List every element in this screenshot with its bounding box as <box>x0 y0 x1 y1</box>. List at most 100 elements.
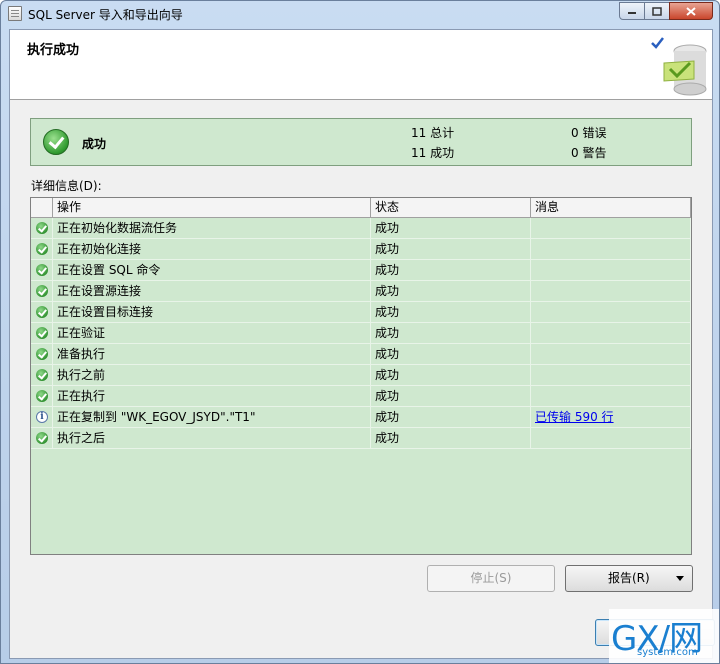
details-label: 详细信息(D): <box>31 179 102 193</box>
report-button-label: 报告(R) <box>608 571 650 585</box>
success-icon <box>36 390 48 402</box>
row-icon-cell <box>31 344 53 365</box>
row-icon-cell <box>31 281 53 302</box>
title-bar[interactable]: SQL Server 导入和导出向导 <box>1 1 719 27</box>
success-icon <box>43 129 69 155</box>
message-cell <box>531 260 691 281</box>
success-icon <box>36 348 48 360</box>
table-row[interactable]: 正在初始化连接 成功 <box>31 239 691 260</box>
status-cell: 成功 <box>371 428 531 449</box>
close-button[interactable] <box>669 2 713 20</box>
status-cell: 成功 <box>371 344 531 365</box>
table-row[interactable]: 执行之后 成功 <box>31 428 691 449</box>
table-row[interactable]: 正在初始化数据流任务 成功 <box>31 218 691 239</box>
info-icon: i <box>36 411 48 423</box>
operation-cell: 正在执行 <box>53 386 371 407</box>
row-icon-cell <box>31 365 53 386</box>
row-icon-cell: i <box>31 407 53 428</box>
minimize-button[interactable] <box>619 2 645 20</box>
warning-count: 0 警告 <box>571 146 607 160</box>
row-icon-cell <box>31 302 53 323</box>
operation-cell: 准备执行 <box>53 344 371 365</box>
success-icon <box>36 264 48 276</box>
row-icon-cell <box>31 386 53 407</box>
table-row[interactable]: 正在设置 SQL 命令 成功 <box>31 260 691 281</box>
message-cell <box>531 428 691 449</box>
chevron-down-icon <box>676 576 684 581</box>
table-row[interactable]: 正在执行 成功 <box>31 386 691 407</box>
operation-cell: 正在验证 <box>53 323 371 344</box>
message-cell <box>531 344 691 365</box>
success-icon <box>36 327 48 339</box>
operation-cell: 执行之后 <box>53 428 371 449</box>
success-icon <box>36 432 48 444</box>
watermark: GX/网 system.com <box>609 609 719 663</box>
document-icon <box>8 6 22 21</box>
message-cell <box>531 365 691 386</box>
wizard-check-icon <box>651 37 707 96</box>
operation-cell: 正在设置源连接 <box>53 281 371 302</box>
close-icon <box>686 6 696 16</box>
operation-cell: 正在设置 SQL 命令 <box>53 260 371 281</box>
operation-cell: 正在初始化连接 <box>53 239 371 260</box>
status-cell: 成功 <box>371 218 531 239</box>
operation-cell: 正在复制到 "WK_EGOV_JSYD"."T1" <box>53 407 371 428</box>
operation-cell: 正在初始化数据流任务 <box>53 218 371 239</box>
wizard-window: SQL Server 导入和导出向导 执行成功 成功 11 总计 11 成功 0… <box>0 0 720 664</box>
grid-rows: 正在初始化数据流任务 成功 正在初始化连接 成功 正在设置 SQL 命令 成功 <box>31 218 691 449</box>
status-cell: 成功 <box>371 323 531 344</box>
header-operation[interactable]: 操作 <box>53 198 371 218</box>
success-icon <box>36 285 48 297</box>
status-cell: 成功 <box>371 407 531 428</box>
rows-transferred-link[interactable]: 已传输 590 行 <box>535 410 614 424</box>
success-icon <box>36 369 48 381</box>
maximize-button[interactable] <box>644 2 670 20</box>
table-row[interactable]: 执行之前 成功 <box>31 365 691 386</box>
message-cell <box>531 323 691 344</box>
status-cell: 成功 <box>371 239 531 260</box>
window-title: SQL Server 导入和导出向导 <box>28 8 183 22</box>
status-cell: 成功 <box>371 365 531 386</box>
summary-panel: 成功 11 总计 11 成功 0 错误 0 警告 <box>30 118 692 166</box>
success-count: 11 成功 <box>411 146 455 160</box>
table-row[interactable]: i 正在复制到 "WK_EGOV_JSYD"."T1" 成功 已传输 590 行 <box>31 407 691 428</box>
table-row[interactable]: 准备执行 成功 <box>31 344 691 365</box>
grid-header: 操作 状态 消息 <box>31 198 691 218</box>
header-panel: 执行成功 <box>10 30 712 100</box>
message-cell <box>531 281 691 302</box>
status-cell: 成功 <box>371 281 531 302</box>
maximize-icon <box>652 6 662 16</box>
message-cell <box>531 386 691 407</box>
wizard-client-area: 执行成功 成功 11 总计 11 成功 0 错误 0 警告 详细信息(D): 操… <box>9 29 715 659</box>
header-message[interactable]: 消息 <box>531 198 691 218</box>
success-icon <box>36 222 48 234</box>
message-cell <box>531 239 691 260</box>
total-count: 11 总计 <box>411 126 455 140</box>
row-icon-cell <box>31 428 53 449</box>
status-cell: 成功 <box>371 260 531 281</box>
row-icon-cell <box>31 323 53 344</box>
report-button[interactable]: 报告(R) <box>565 565 693 592</box>
error-count: 0 错误 <box>571 126 607 140</box>
table-row[interactable]: 正在设置目标连接 成功 <box>31 302 691 323</box>
status-cell: 成功 <box>371 386 531 407</box>
details-grid[interactable]: 操作 状态 消息 正在初始化数据流任务 成功 正在初始化连接 成功 正在设置 S… <box>30 197 692 555</box>
message-cell <box>531 218 691 239</box>
header-icon-column <box>31 198 53 218</box>
watermark-subtext: system.com <box>637 647 698 658</box>
message-cell <box>531 302 691 323</box>
message-cell: 已传输 590 行 <box>531 407 691 428</box>
operation-cell: 执行之前 <box>53 365 371 386</box>
status-cell: 成功 <box>371 302 531 323</box>
window-controls <box>619 2 713 20</box>
operation-cell: 正在设置目标连接 <box>53 302 371 323</box>
summary-status: 成功 <box>82 137 107 151</box>
header-status[interactable]: 状态 <box>371 198 531 218</box>
row-icon-cell <box>31 218 53 239</box>
row-icon-cell <box>31 260 53 281</box>
table-row[interactable]: 正在验证 成功 <box>31 323 691 344</box>
stop-button[interactable]: 停止(S) <box>427 565 555 592</box>
table-row[interactable]: 正在设置源连接 成功 <box>31 281 691 302</box>
page-title: 执行成功 <box>27 43 80 58</box>
success-icon <box>36 306 48 318</box>
